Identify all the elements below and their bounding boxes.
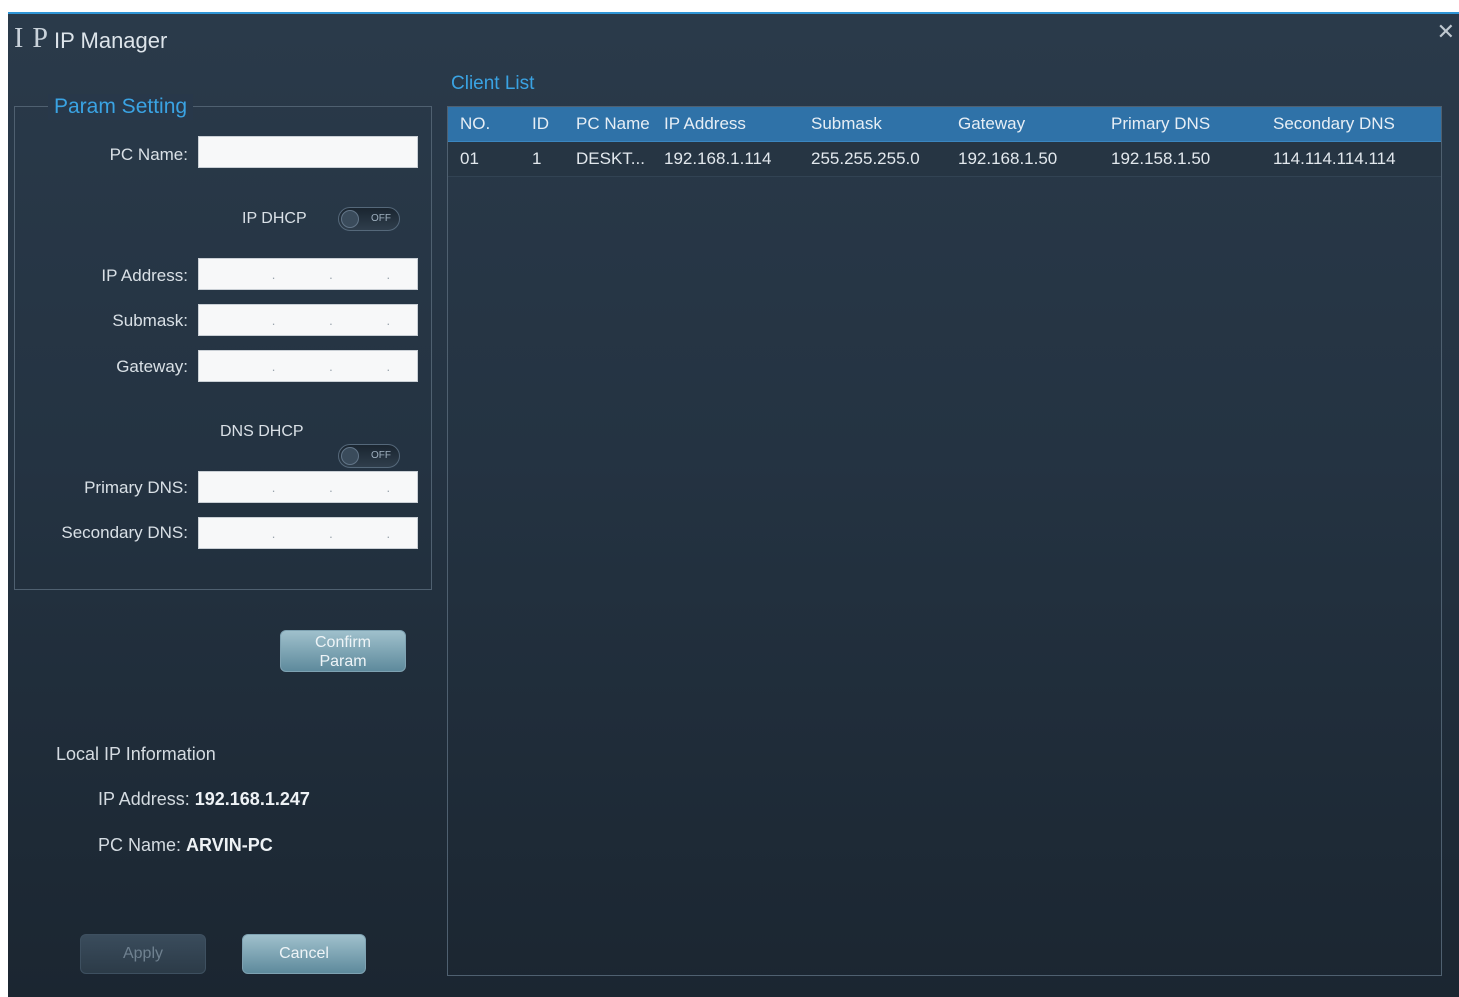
column-header-secondary-dns[interactable]: Secondary DNS [1273, 113, 1395, 135]
dns-dhcp-toggle[interactable]: OFF [338, 444, 400, 468]
cell-secondary-dns: 114.114.114.114 [1273, 149, 1396, 168]
ip-dot: . [329, 358, 333, 374]
column-header-primary-dns[interactable]: Primary DNS [1111, 113, 1210, 135]
confirm-param-button[interactable]: Confirm Param [280, 630, 406, 672]
primary-dns-input[interactable]: . . . [198, 471, 418, 503]
ip-dot: . [329, 479, 333, 495]
ip-address-label: IP Address: [101, 266, 188, 285]
ip-dot: . [271, 266, 276, 282]
column-header-submask[interactable]: Submask [811, 113, 882, 135]
cell-no: 01 [460, 149, 479, 168]
dns-dhcp-state: OFF [371, 450, 391, 461]
column-header-gateway[interactable]: Gateway [958, 113, 1025, 135]
ip-dot: . [271, 358, 276, 374]
app-logo: I P [14, 23, 49, 54]
submask-label: Submask: [112, 311, 188, 330]
gateway-input[interactable]: . . . [198, 350, 418, 382]
ip-dhcp-state: OFF [371, 213, 391, 224]
close-icon[interactable]: ✕ [1437, 20, 1455, 44]
primary-dns-label: Primary DNS: [84, 478, 188, 497]
cell-pc-name: DESKT... [576, 149, 645, 168]
ip-dot: . [386, 525, 391, 541]
ip-dot: . [329, 266, 333, 282]
cell-primary-dns: 192.158.1.50 [1111, 149, 1211, 168]
dns-dhcp-label: DNS DHCP [220, 423, 304, 440]
column-header-ip-address[interactable]: IP Address [664, 113, 746, 135]
table-row[interactable]: 01 1 DESKT... 192.168.1.114 255.255.255.… [448, 142, 1441, 177]
cell-gateway: 192.168.1.50 [958, 149, 1058, 168]
cell-submask: 255.255.255.0 [811, 149, 920, 168]
ip-dot: . [386, 358, 391, 374]
local-ip-label: IP Address: [98, 789, 190, 809]
toggle-knob [341, 210, 359, 228]
confirm-line-1: Confirm [314, 634, 371, 651]
submask-input[interactable]: . . . [198, 304, 418, 336]
ip-manager-window: I P IP Manager ✕ Param Setting PC Name: … [8, 12, 1459, 997]
client-list-title: Client List [451, 73, 535, 94]
ip-dhcp-toggle[interactable]: OFF [338, 207, 400, 231]
local-ip-heading: Local IP Information [56, 744, 216, 764]
local-ip-value: 192.168.1.247 [194, 789, 310, 809]
ip-dhcp-label: IP DHCP [242, 210, 307, 227]
column-header-pc-name[interactable]: PC Name [576, 113, 650, 135]
ip-dot: . [386, 312, 391, 328]
ip-dot: . [386, 266, 391, 282]
local-pc-value: ARVIN-PC [186, 835, 273, 855]
secondary-dns-input[interactable]: . . . [198, 517, 418, 549]
ip-dot: . [329, 312, 333, 328]
ip-dot: . [329, 525, 333, 541]
column-header-id[interactable]: ID [532, 113, 549, 135]
window-title: IP Manager [54, 28, 168, 53]
ip-dot: . [271, 479, 276, 495]
ip-dot: . [271, 525, 276, 541]
cancel-button[interactable]: Cancel [242, 934, 366, 974]
table-header: NO. ID PC Name IP Address Submask Gatewa… [448, 107, 1441, 142]
toggle-knob [341, 447, 359, 465]
local-pc-label: PC Name: [98, 835, 182, 855]
confirm-line-2: Param [319, 653, 367, 670]
apply-button[interactable]: Apply [80, 934, 206, 974]
cell-ip-address: 192.168.1.114 [664, 149, 772, 168]
local-pc-name: PC Name: ARVIN-PC [98, 834, 273, 856]
ip-dot: . [386, 479, 391, 495]
local-ip-address: IP Address: 192.168.1.247 [98, 788, 310, 810]
secondary-dns-label: Secondary DNS: [61, 523, 188, 542]
cell-id: 1 [532, 149, 542, 168]
pc-name-input[interactable] [198, 136, 418, 168]
ip-dot: . [271, 312, 276, 328]
client-list-table: NO. ID PC Name IP Address Submask Gatewa… [447, 106, 1442, 976]
param-setting-legend: Param Setting [48, 94, 194, 120]
ip-address-input[interactable]: . . . [198, 258, 418, 290]
gateway-label: Gateway: [116, 357, 188, 376]
column-header-no[interactable]: NO. [460, 113, 490, 135]
pc-name-label: PC Name: [109, 145, 188, 164]
